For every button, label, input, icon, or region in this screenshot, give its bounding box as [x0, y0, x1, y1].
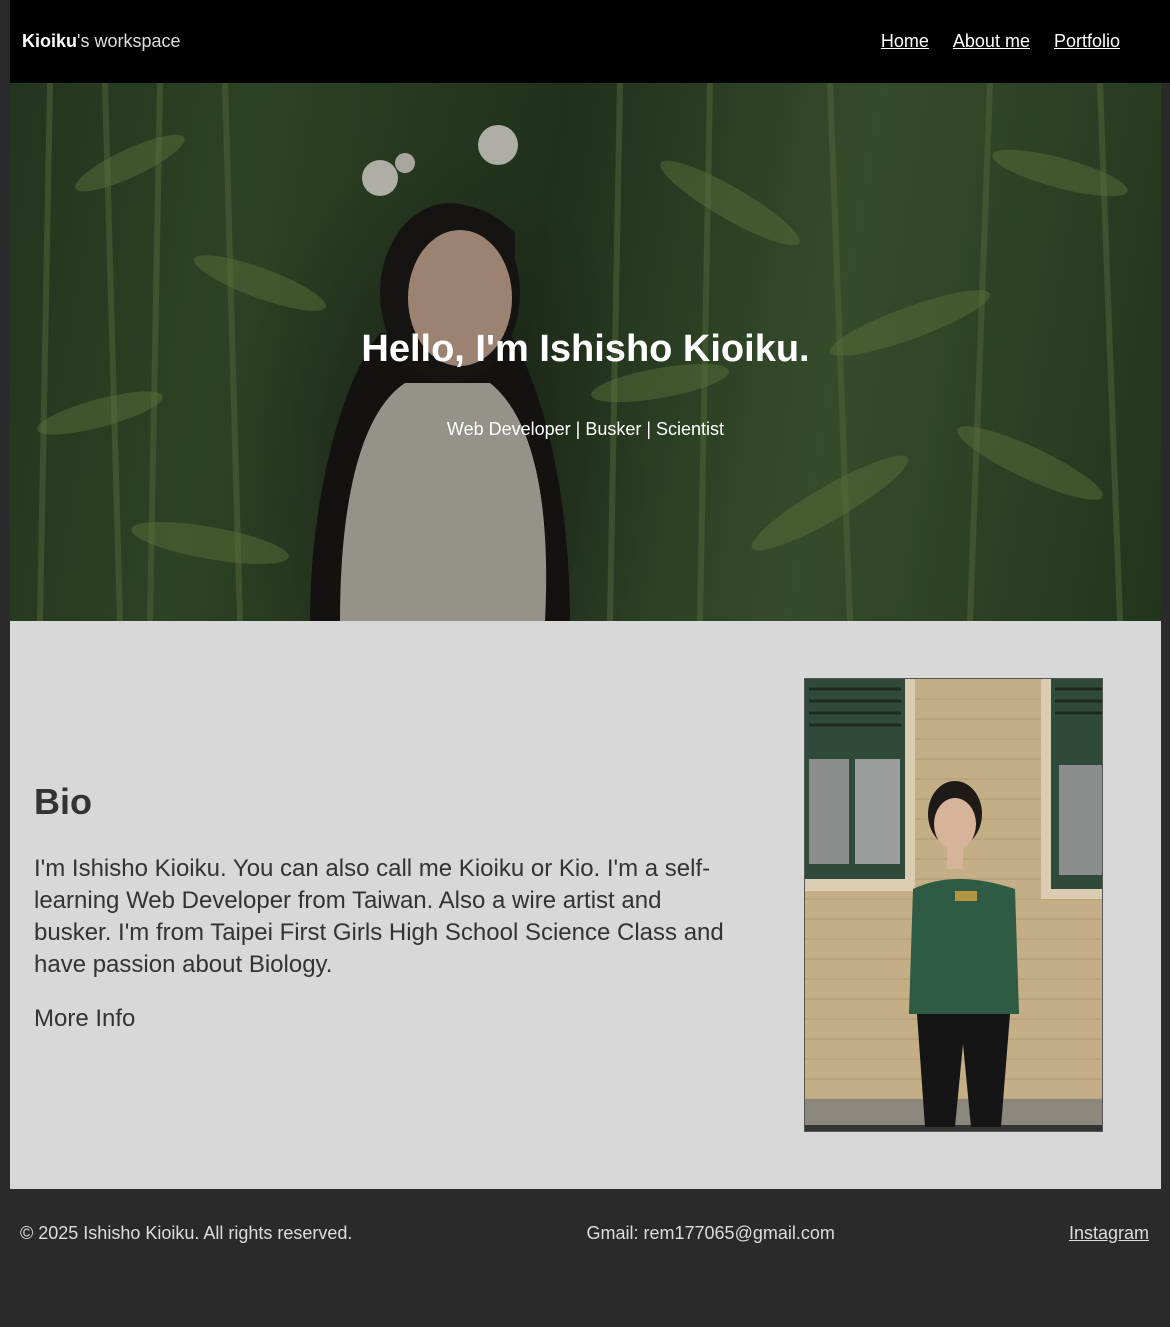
bio-text: I'm Ishisho Kioiku. You can also call me… [34, 855, 724, 978]
bio-section: Bio I'm Ishisho Kioiku. You can also cal… [10, 621, 1161, 1189]
more-info-link[interactable]: More Info [34, 1005, 135, 1033]
bio-photo [804, 678, 1103, 1132]
brand-name: Kioiku [22, 31, 78, 51]
nav-link-home[interactable]: Home [881, 31, 929, 52]
bio-heading: Bio [34, 781, 92, 822]
instagram-link[interactable]: Instagram [1069, 1223, 1149, 1244]
top-navbar: Kioiku's workspace Home About me Portfol… [10, 0, 1170, 83]
hero-title: Hello, I'm Ishisho Kioiku. [361, 328, 810, 370]
hero-section: Hello, I'm Ishisho Kioiku. Web Developer… [10, 83, 1161, 621]
hero-subtitle: Web Developer | Busker | Scientist [446, 419, 725, 439]
footer-copyright: © 2025 Ishisho Kioiku. All rights reserv… [20, 1222, 353, 1243]
brand-suffix: 's workspace [77, 31, 181, 51]
site-brand[interactable]: Kioiku's workspace [22, 31, 181, 52]
nav-link-portfolio[interactable]: Portfolio [1054, 31, 1120, 52]
footer-email: Gmail: rem177065@gmail.com [586, 1222, 835, 1243]
nav-links: Home About me Portfolio [881, 31, 1120, 52]
nav-link-about[interactable]: About me [953, 31, 1030, 52]
page: Kioiku's workspace Home About me Portfol… [0, 0, 1170, 1327]
footer: © 2025 Ishisho Kioiku. All rights reserv… [10, 1189, 1161, 1277]
